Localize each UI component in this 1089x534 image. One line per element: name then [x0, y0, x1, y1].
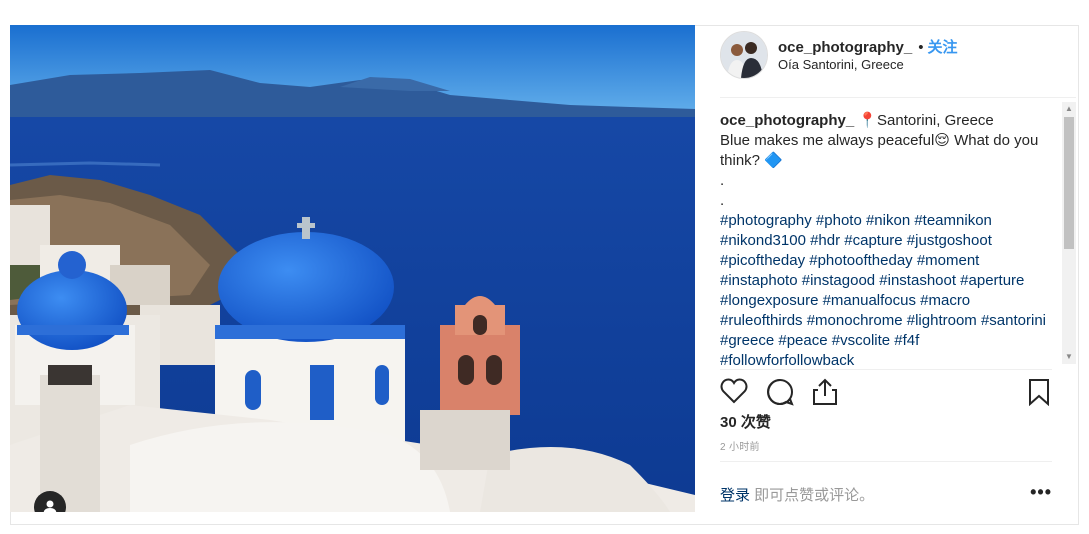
post-header: oce_photography_ • 关注 Oía Santorini, Greec…	[720, 25, 1076, 98]
login-prompt-text: 即可点赞或评论。	[750, 487, 875, 504]
santorini-image	[10, 25, 695, 512]
username-link[interactable]: oce_photography_	[778, 39, 912, 56]
like-button[interactable]	[720, 378, 748, 409]
login-link[interactable]: 登录	[720, 487, 750, 504]
login-prompt: 登录 即可点赞或评论。	[720, 484, 874, 505]
scrollbar-thumb[interactable]	[1064, 117, 1074, 249]
post-photo[interactable]	[10, 25, 695, 512]
smile-emoji: 😌	[934, 132, 950, 149]
scroll-down-icon[interactable]: ▼	[1065, 353, 1073, 361]
follow-button[interactable]: 关注	[927, 39, 957, 56]
caption-scrollbar[interactable]: ▲ ▼	[1062, 102, 1076, 364]
heart-icon	[720, 378, 748, 404]
post-time[interactable]: 2 小时前	[720, 438, 760, 453]
share-icon	[813, 378, 837, 405]
like-count[interactable]: 30 次赞	[720, 411, 771, 432]
caption: oce_photography_ 📍Santorini, Greece Blue…	[720, 111, 1052, 365]
share-button[interactable]	[812, 378, 838, 411]
location-link[interactable]: Oía Santorini, Greece	[778, 57, 904, 72]
caption-username[interactable]: oce_photography_	[720, 112, 854, 129]
post-sidebar: oce_photography_ • 关注 Oía Santorini, Greec…	[696, 25, 1076, 512]
caption-dot-1: .	[720, 172, 725, 189]
pin-emoji: 📍	[858, 112, 878, 129]
diamond-emoji: 🔷	[764, 152, 783, 169]
caption-dot-2: .	[720, 192, 725, 209]
user-tag-icon	[43, 500, 57, 512]
action-bar	[720, 369, 1052, 409]
caption-location: Santorini, Greece	[877, 112, 994, 129]
bookmark-icon	[1029, 379, 1049, 407]
separator: •	[918, 39, 924, 56]
comment-icon	[767, 379, 794, 406]
save-button[interactable]	[1028, 378, 1050, 411]
hashtags[interactable]: #photography #photo #nikon #teamnikon #n…	[720, 211, 1052, 365]
scroll-up-icon[interactable]: ▲	[1065, 105, 1073, 113]
comment-button[interactable]	[766, 378, 794, 411]
comment-row: 登录 即可点赞或评论。 •••	[720, 461, 1052, 510]
avatar-photo	[721, 32, 767, 78]
avatar[interactable]	[720, 31, 768, 79]
more-options-button[interactable]: •••	[1030, 482, 1052, 503]
caption-text: Blue makes me always peaceful	[720, 132, 935, 149]
post-username-line: oce_photography_ • 关注	[778, 36, 957, 57]
